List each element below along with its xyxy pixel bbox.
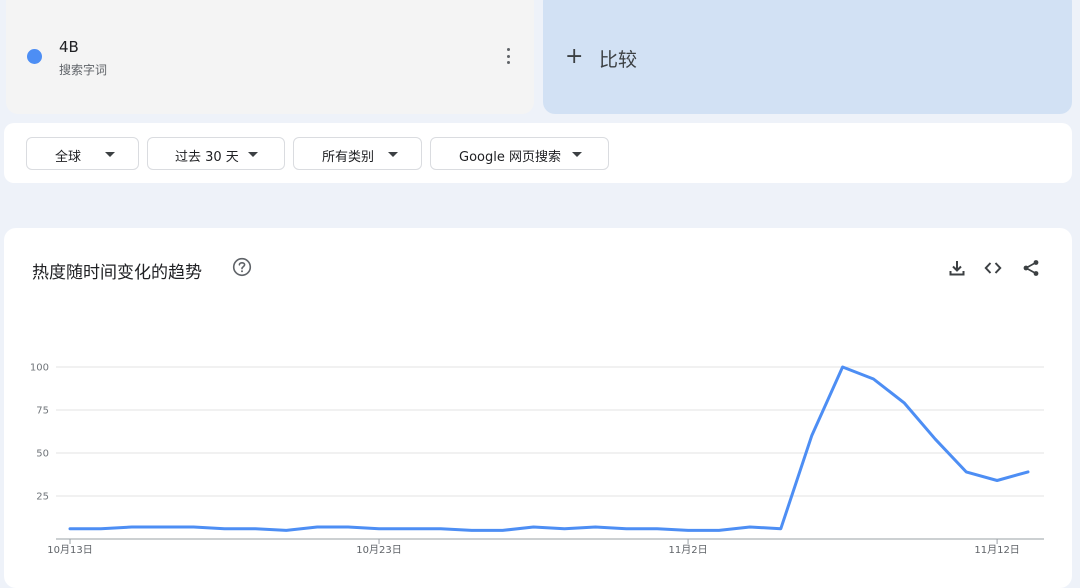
compare-label: 比较: [599, 49, 638, 71]
data-point[interactable]: [715, 526, 723, 534]
data-point[interactable]: [808, 432, 816, 440]
search-term-card[interactable]: 4B 搜索字词: [6, 0, 534, 114]
data-point[interactable]: [839, 363, 847, 371]
data-point[interactable]: [282, 526, 290, 534]
dropdown-arrow-icon: [105, 152, 115, 157]
data-point[interactable]: [653, 525, 661, 533]
data-point[interactable]: [406, 525, 414, 533]
data-point[interactable]: [530, 523, 538, 531]
data-point[interactable]: [499, 526, 507, 534]
y-tick-label: 75: [36, 406, 49, 417]
data-point[interactable]: [313, 523, 321, 531]
data-point[interactable]: [900, 399, 908, 407]
data-point[interactable]: [251, 525, 259, 533]
term-color-dot: [27, 49, 42, 64]
x-tick-label: 11月12日: [974, 544, 1019, 556]
data-point[interactable]: [622, 525, 630, 533]
data-point[interactable]: [66, 525, 74, 533]
more-vert-icon[interactable]: [503, 46, 513, 66]
trend-chart: 25 50 75 100 10月13日 10月23日 11月2日 11月12日: [30, 363, 1044, 556]
dropdown-arrow-icon: [248, 152, 258, 157]
data-point[interactable]: [97, 525, 105, 533]
data-point[interactable]: [468, 526, 476, 534]
x-tick-label: 10月13日: [47, 544, 92, 556]
data-point[interactable]: [684, 526, 692, 534]
category-filter-label: 所有类别: [322, 150, 375, 165]
dropdown-arrow-icon: [388, 152, 398, 157]
interest-over-time-card: 热度随时间变化的趋势 25 50 75 100 10月13日 10月23日 11月2日 11月…: [4, 228, 1072, 588]
term-name: 4B: [59, 38, 79, 56]
x-tick-label: 11月2日: [669, 544, 708, 556]
data-point[interactable]: [375, 525, 383, 533]
data-point[interactable]: [190, 523, 198, 531]
search-type-filter[interactable]: Google 网页搜索: [430, 137, 609, 170]
time-filter[interactable]: 过去 30 天: [147, 137, 285, 170]
data-point[interactable]: [962, 468, 970, 476]
data-point[interactable]: [437, 525, 445, 533]
region-filter-label: 全球: [55, 150, 82, 165]
region-filter[interactable]: 全球: [26, 137, 139, 170]
category-filter[interactable]: 所有类别: [293, 137, 422, 170]
y-tick-label: 25: [36, 492, 49, 503]
data-point[interactable]: [1024, 468, 1032, 476]
search-type-filter-label: Google 网页搜索: [459, 150, 561, 165]
filter-bar: 全球 过去 30 天 所有类别 Google 网页搜索: [4, 123, 1072, 183]
data-point[interactable]: [746, 523, 754, 531]
data-point[interactable]: [931, 435, 939, 443]
compare-button[interactable]: + 比较: [543, 0, 1072, 114]
data-point[interactable]: [128, 523, 136, 531]
dropdown-arrow-icon: [572, 152, 582, 157]
data-point[interactable]: [993, 477, 1001, 485]
y-tick-label: 100: [30, 363, 49, 374]
series-line-0[interactable]: [68, 365, 1030, 532]
plus-icon: +: [565, 44, 584, 69]
data-point[interactable]: [560, 525, 568, 533]
data-point[interactable]: [869, 375, 877, 383]
data-point[interactable]: [591, 523, 599, 531]
term-type: 搜索字词: [59, 63, 108, 77]
time-filter-label: 过去 30 天: [175, 150, 239, 165]
data-point[interactable]: [159, 523, 167, 531]
x-tick-label: 10月23日: [356, 544, 401, 556]
y-tick-label: 50: [36, 449, 49, 460]
data-point[interactable]: [777, 525, 785, 533]
data-point[interactable]: [221, 525, 229, 533]
data-point[interactable]: [344, 523, 352, 531]
